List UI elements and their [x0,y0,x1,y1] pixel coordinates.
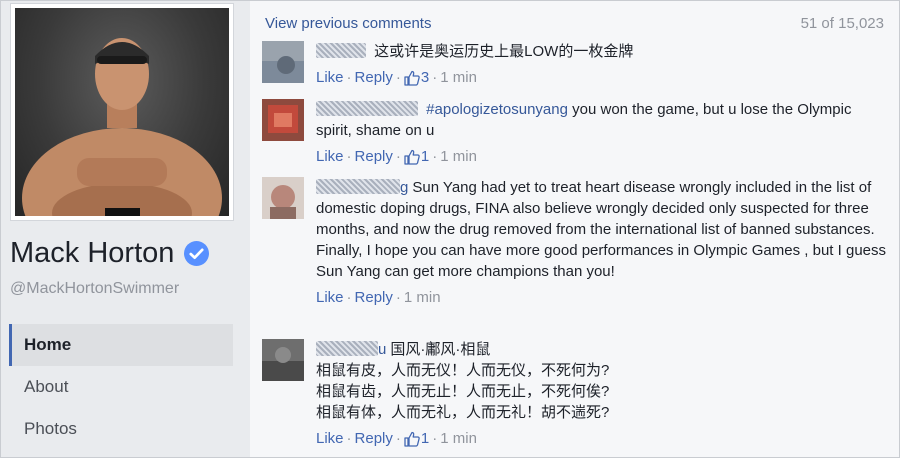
commenter-name[interactable] [316,43,366,58]
view-previous-comments-link[interactable]: View previous comments [265,15,431,32]
comment-time[interactable]: 1 min [440,429,477,449]
hashtag-link[interactable]: #apologizetosunyang [426,101,568,118]
nav-item-photos[interactable]: Photos [9,408,233,450]
comment-body: 这或许是奥运历史上最LOW的一枚金牌 Like · Reply · 3 · 1 … [316,41,890,88]
commenter-name[interactable] [316,101,418,116]
profile-picture-frame[interactable] [10,3,234,221]
profile-name-text[interactable]: Mack Horton [10,237,174,270]
comment-text: 这或许是奥运历史上最LOW的一枚金牌 [374,43,634,60]
commenter-avatar[interactable] [262,339,304,381]
commenter-avatar[interactable] [262,177,304,219]
profile-sidebar: Mack Horton @MackHortonSwimmer Home Abou… [1,1,248,457]
reply-link[interactable]: Reply [355,429,393,449]
comment-body: u 国风·鄘风·相鼠 相鼠有皮，人而无仪！人而无仪，不死何为? 相鼠有齿，人而无止… [316,339,890,449]
reply-link[interactable]: Reply [355,147,393,167]
profile-nav: Home About Photos [9,324,233,450]
commenter-avatar[interactable] [262,41,304,83]
nav-item-about[interactable]: About [9,366,233,408]
thumbs-up-icon[interactable] [404,431,420,447]
commenter-name-suffix[interactable]: g [400,179,408,196]
nav-item-home[interactable]: Home [9,324,233,366]
commenter-avatar[interactable] [262,99,304,141]
commenter-name-suffix[interactable]: u [378,341,386,358]
profile-name[interactable]: Mack Horton [10,237,210,270]
comment-actions: Like · Reply · 1 · 1 min [316,429,477,449]
like-link[interactable]: Like [316,147,344,167]
comment-body: #apologizetosunyang you won the game, bu… [316,99,890,167]
like-count[interactable]: 3 [421,68,429,88]
comment-actions: Like · Reply · 1 min [316,288,441,308]
commenter-name[interactable] [316,341,378,356]
like-count[interactable]: 1 [421,429,429,449]
swimmer-photo [22,38,222,216]
comment-text: 国风·鄘风·相鼠 [390,341,491,358]
comment-time[interactable]: 1 min [440,147,477,167]
comments-panel: View previous comments 51 of 15,023 这或许是… [250,1,899,457]
comment-actions: Like · Reply · 3 · 1 min [316,68,477,88]
comment-count: 51 of 15,023 [800,15,884,32]
profile-picture [15,8,229,216]
verified-badge-icon [184,241,210,266]
comment-line: 相鼠有齿，人而无止！人而无止，不死何俟? [316,383,610,400]
like-link[interactable]: Like [316,68,344,88]
comment-line: 相鼠有皮，人而无仪！人而无仪，不死何为? [316,362,610,379]
comment-body: g Sun Yang had yet to treat heart disease… [316,177,890,308]
reply-link[interactable]: Reply [355,68,393,88]
like-count[interactable]: 1 [421,147,429,167]
thumbs-up-icon[interactable] [404,149,420,165]
comment-time[interactable]: 1 min [440,68,477,88]
comment-line: 相鼠有体，人而无礼，人而无礼！胡不遄死? [316,404,610,421]
profile-handle[interactable]: @MackHortonSwimmer [10,280,179,298]
commenter-name[interactable] [316,179,400,194]
thumbs-up-icon[interactable] [404,70,420,86]
like-link[interactable]: Like [316,429,344,449]
reply-link[interactable]: Reply [355,288,393,308]
like-link[interactable]: Like [316,288,344,308]
comment-time[interactable]: 1 min [404,288,441,308]
comment-actions: Like · Reply · 1 · 1 min [316,147,477,167]
